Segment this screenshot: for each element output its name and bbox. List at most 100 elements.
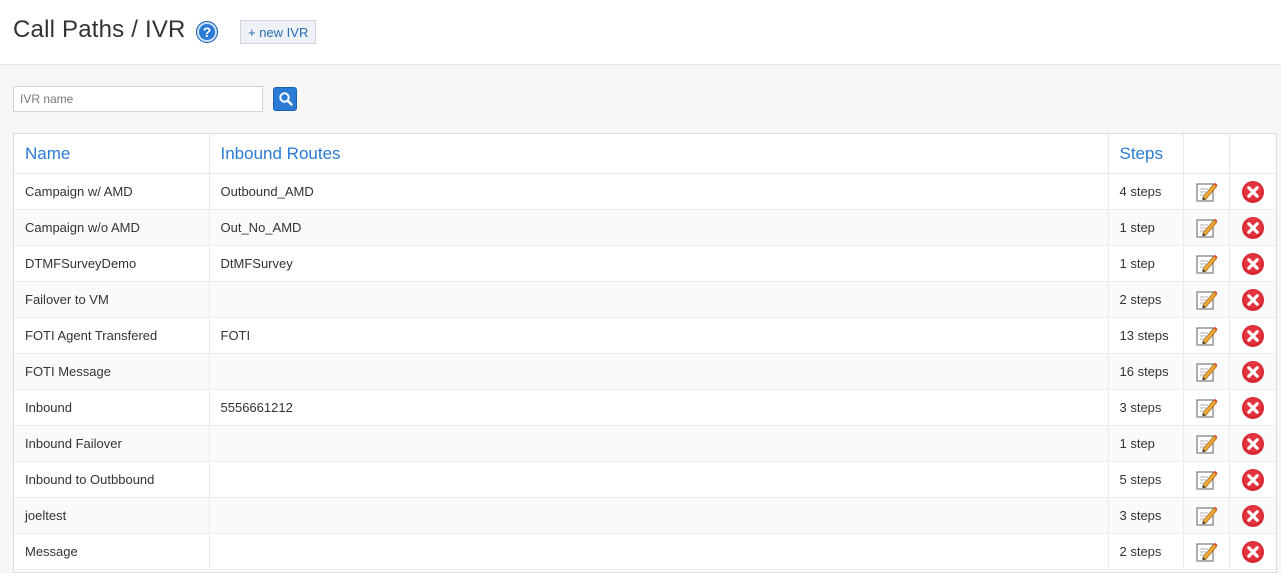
delete-icon[interactable]: [1241, 288, 1265, 312]
search-icon: [279, 92, 293, 106]
ivr-name-search-input[interactable]: [13, 86, 263, 112]
edit-cell[interactable]: [1183, 353, 1230, 390]
edit-cell[interactable]: [1183, 461, 1230, 498]
column-header-steps[interactable]: Steps: [1108, 134, 1184, 174]
delete-icon[interactable]: [1241, 432, 1265, 456]
table-row[interactable]: FOTI Message 16 steps: [14, 353, 1276, 390]
inbound-routes-cell: [209, 533, 1109, 570]
delete-icon[interactable]: [1241, 540, 1265, 564]
table-row[interactable]: DTMFSurveyDemo DtMFSurvey 1 step: [14, 245, 1276, 282]
delete-icon[interactable]: [1241, 216, 1265, 240]
table-row[interactable]: Failover to VM 2 steps: [14, 281, 1276, 318]
delete-icon[interactable]: [1241, 504, 1265, 528]
delete-cell[interactable]: [1229, 533, 1276, 570]
delete-cell[interactable]: [1229, 389, 1276, 426]
steps-cell: 1 step: [1108, 425, 1184, 462]
inbound-routes-cell: [209, 461, 1109, 498]
column-header-edit: [1183, 134, 1230, 174]
steps-cell: 1 step: [1108, 209, 1184, 246]
ivr-name-cell[interactable]: Campaign w/ AMD: [14, 173, 210, 210]
table-row[interactable]: Inbound 5556661212 3 steps: [14, 389, 1276, 426]
ivr-name-cell[interactable]: Inbound: [14, 389, 210, 426]
table-row[interactable]: Message 2 steps: [14, 533, 1276, 570]
ivr-name-cell[interactable]: Inbound Failover: [14, 425, 210, 462]
table-row[interactable]: Inbound to Outbbound 5 steps: [14, 461, 1276, 498]
page-title: Call Paths / IVR: [13, 16, 186, 43]
ivr-name-cell[interactable]: FOTI Message: [14, 353, 210, 390]
steps-cell: 1 step: [1108, 245, 1184, 282]
delete-cell[interactable]: [1229, 317, 1276, 354]
ivr-name-cell[interactable]: joeltest: [14, 497, 210, 534]
ivr-name-cell[interactable]: DTMFSurveyDemo: [14, 245, 210, 282]
delete-icon[interactable]: [1241, 396, 1265, 420]
edit-icon[interactable]: [1194, 288, 1218, 312]
inbound-routes-cell: Outbound_AMD: [209, 173, 1109, 210]
edit-cell[interactable]: [1183, 281, 1230, 318]
delete-cell[interactable]: [1229, 353, 1276, 390]
ivr-name-cell[interactable]: FOTI Agent Transfered: [14, 317, 210, 354]
delete-cell[interactable]: [1229, 425, 1276, 462]
edit-icon[interactable]: [1194, 252, 1218, 276]
inbound-routes-cell: [209, 281, 1109, 318]
delete-cell[interactable]: [1229, 281, 1276, 318]
column-header-delete: [1229, 134, 1276, 174]
inbound-routes-cell: [209, 353, 1109, 390]
table-row[interactable]: joeltest 3 steps: [14, 497, 1276, 534]
delete-icon[interactable]: [1241, 324, 1265, 348]
edit-cell[interactable]: [1183, 317, 1230, 354]
table-row[interactable]: Campaign w/o AMD Out_No_AMD 1 step: [14, 209, 1276, 246]
delete-cell[interactable]: [1229, 209, 1276, 246]
edit-icon[interactable]: [1194, 432, 1218, 456]
edit-icon[interactable]: [1194, 504, 1218, 528]
delete-icon[interactable]: [1241, 180, 1265, 204]
table-row[interactable]: Inbound Failover 1 step: [14, 425, 1276, 462]
delete-cell[interactable]: [1229, 497, 1276, 534]
ivr-name-cell[interactable]: Campaign w/o AMD: [14, 209, 210, 246]
inbound-routes-cell: Out_No_AMD: [209, 209, 1109, 246]
edit-cell[interactable]: [1183, 533, 1230, 570]
edit-cell[interactable]: [1183, 389, 1230, 426]
ivr-table: Name Inbound Routes Steps Campaign w/ AM…: [14, 134, 1276, 570]
steps-cell: 16 steps: [1108, 353, 1184, 390]
steps-cell: 4 steps: [1108, 173, 1184, 210]
delete-cell[interactable]: [1229, 173, 1276, 210]
inbound-routes-cell: 5556661212: [209, 389, 1109, 426]
delete-cell[interactable]: [1229, 245, 1276, 282]
table-row[interactable]: FOTI Agent Transfered FOTI 13 steps: [14, 317, 1276, 354]
steps-cell: 13 steps: [1108, 317, 1184, 354]
edit-cell[interactable]: [1183, 425, 1230, 462]
ivr-table-panel: Name Inbound Routes Steps Campaign w/ AM…: [13, 133, 1277, 573]
edit-icon[interactable]: [1194, 396, 1218, 420]
question-circle-icon[interactable]: ?: [196, 21, 218, 43]
edit-icon[interactable]: [1194, 216, 1218, 240]
delete-icon[interactable]: [1241, 468, 1265, 492]
inbound-routes-cell: [209, 425, 1109, 462]
delete-icon[interactable]: [1241, 360, 1265, 384]
column-header-name[interactable]: Name: [14, 134, 210, 174]
table-row[interactable]: Campaign w/ AMD Outbound_AMD 4 steps: [14, 173, 1276, 210]
ivr-name-cell[interactable]: Failover to VM: [14, 281, 210, 318]
edit-icon[interactable]: [1194, 540, 1218, 564]
table-header-row: Name Inbound Routes Steps: [14, 134, 1276, 174]
steps-cell: 3 steps: [1108, 389, 1184, 426]
page-header: Call Paths / IVR ? + new IVR: [0, 0, 1281, 65]
edit-icon[interactable]: [1194, 360, 1218, 384]
inbound-routes-cell: DtMFSurvey: [209, 245, 1109, 282]
edit-icon[interactable]: [1194, 180, 1218, 204]
search-button[interactable]: [273, 87, 297, 111]
new-ivr-button[interactable]: + new IVR: [240, 20, 317, 44]
ivr-name-cell[interactable]: Message: [14, 533, 210, 570]
ivr-name-cell[interactable]: Inbound to Outbbound: [14, 461, 210, 498]
column-header-inbound-routes[interactable]: Inbound Routes: [209, 134, 1109, 174]
edit-cell[interactable]: [1183, 245, 1230, 282]
edit-icon[interactable]: [1194, 468, 1218, 492]
inbound-routes-cell: FOTI: [209, 317, 1109, 354]
edit-cell[interactable]: [1183, 173, 1230, 210]
steps-cell: 2 steps: [1108, 533, 1184, 570]
edit-cell[interactable]: [1183, 209, 1230, 246]
edit-icon[interactable]: [1194, 324, 1218, 348]
steps-cell: 5 steps: [1108, 461, 1184, 498]
delete-cell[interactable]: [1229, 461, 1276, 498]
delete-icon[interactable]: [1241, 252, 1265, 276]
edit-cell[interactable]: [1183, 497, 1230, 534]
